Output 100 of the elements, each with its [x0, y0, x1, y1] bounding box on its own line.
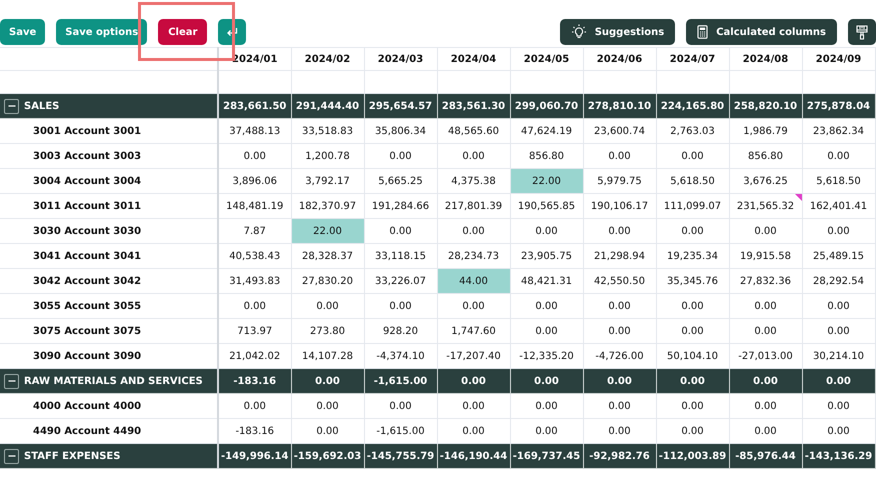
value-cell[interactable]: 0.00	[291, 394, 364, 418]
value-cell[interactable]: 0.00	[729, 318, 802, 344]
value-cell[interactable]: 0.00	[729, 218, 802, 244]
value-cell[interactable]: 7.87	[218, 218, 291, 244]
value-cell[interactable]: 111,099.07	[656, 194, 729, 218]
collapse-toggle[interactable]	[4, 374, 19, 388]
column-header[interactable]: 2024/02	[291, 48, 364, 70]
value-cell[interactable]: 35,806.34	[364, 118, 437, 144]
value-cell[interactable]: 0.00	[583, 144, 656, 168]
value-cell[interactable]: 5,665.25	[364, 168, 437, 194]
value-cell[interactable]: 273.80	[291, 318, 364, 344]
value-cell[interactable]: 191,284.66	[364, 194, 437, 218]
value-cell[interactable]: 1,200.78	[291, 144, 364, 168]
value-cell[interactable]: 22.00	[291, 218, 364, 244]
value-cell[interactable]: 0.00	[364, 294, 437, 318]
value-cell[interactable]: 27,832.36	[729, 268, 802, 294]
value-cell[interactable]: 856.80	[729, 144, 802, 168]
value-cell[interactable]: 0.00	[656, 318, 729, 344]
toolbar-button[interactable]: Save	[0, 19, 46, 45]
value-cell[interactable]: 3,896.06	[218, 168, 291, 194]
value-cell[interactable]: 0.00	[729, 394, 802, 418]
value-cell[interactable]: 0.00	[802, 294, 875, 318]
value-cell[interactable]: 0.00	[437, 294, 510, 318]
value-cell[interactable]: 0.00	[510, 218, 583, 244]
value-cell[interactable]: 42,550.50	[583, 268, 656, 294]
column-header[interactable]: 2024/09	[802, 48, 875, 70]
value-cell[interactable]: 0.00	[437, 144, 510, 168]
column-header[interactable]: 2024/04	[437, 48, 510, 70]
value-cell[interactable]: 0.00	[510, 294, 583, 318]
value-cell[interactable]: 23,905.75	[510, 244, 583, 268]
value-cell[interactable]: 0.00	[583, 294, 656, 318]
collapse-toggle[interactable]	[4, 98, 19, 114]
value-cell[interactable]: 3,792.17	[291, 168, 364, 194]
column-header[interactable]: 2024/07	[656, 48, 729, 70]
value-cell[interactable]: 231,565.32	[729, 194, 802, 218]
value-cell[interactable]: 0.00	[656, 394, 729, 418]
column-header[interactable]: 2024/03	[364, 48, 437, 70]
value-cell[interactable]: 0.00	[656, 144, 729, 168]
value-cell[interactable]: 0.00	[656, 294, 729, 318]
value-cell[interactable]: 47,624.19	[510, 118, 583, 144]
toolbar-button[interactable]: Calculated columns	[686, 19, 837, 45]
value-cell[interactable]: 0.00	[729, 294, 802, 318]
value-cell[interactable]: 23,862.34	[802, 118, 875, 144]
format-button[interactable]	[848, 19, 876, 45]
value-cell[interactable]: 19,915.58	[729, 244, 802, 268]
value-cell[interactable]: 190,565.85	[510, 194, 583, 218]
toolbar-button[interactable]: Clear	[158, 19, 208, 45]
value-cell[interactable]: 217,801.39	[437, 194, 510, 218]
value-cell[interactable]: 28,328.37	[291, 244, 364, 268]
value-cell[interactable]: 21,298.94	[583, 244, 656, 268]
value-cell[interactable]: 48,565.60	[437, 118, 510, 144]
value-cell[interactable]: 148,481.19	[218, 194, 291, 218]
value-cell[interactable]: 5,979.75	[583, 168, 656, 194]
value-cell[interactable]: 928.20	[364, 318, 437, 344]
value-cell[interactable]: 0.00	[218, 144, 291, 168]
value-cell[interactable]: 35,345.76	[656, 268, 729, 294]
value-cell[interactable]: 1,747.60	[437, 318, 510, 344]
value-cell[interactable]: 0.00	[802, 144, 875, 168]
value-cell[interactable]: 713.97	[218, 318, 291, 344]
value-cell[interactable]: 4,375.38	[437, 168, 510, 194]
value-cell[interactable]: 0.00	[583, 394, 656, 418]
value-cell[interactable]: 0.00	[802, 394, 875, 418]
value-cell[interactable]: 5,618.50	[802, 168, 875, 194]
value-cell[interactable]: 40,538.43	[218, 244, 291, 268]
column-header[interactable]: 2024/01	[218, 48, 291, 70]
value-cell[interactable]: 33,118.15	[364, 244, 437, 268]
column-header[interactable]: 2024/05	[510, 48, 583, 70]
toolbar-button[interactable]: Save options	[56, 19, 148, 45]
value-cell[interactable]: 22.00	[510, 168, 583, 194]
value-cell[interactable]: 0.00	[583, 318, 656, 344]
value-cell[interactable]: 5,618.50	[656, 168, 729, 194]
column-header[interactable]: 2024/08	[729, 48, 802, 70]
value-cell[interactable]: 37,488.13	[218, 118, 291, 144]
value-cell[interactable]: 28,292.54	[802, 268, 875, 294]
value-cell[interactable]: 3,676.25	[729, 168, 802, 194]
value-cell[interactable]: 0.00	[364, 218, 437, 244]
value-cell[interactable]: 0.00	[656, 218, 729, 244]
value-cell[interactable]: 0.00	[583, 218, 656, 244]
value-cell[interactable]: 2,763.03	[656, 118, 729, 144]
value-cell[interactable]: 0.00	[510, 318, 583, 344]
column-header[interactable]: 2024/06	[583, 48, 656, 70]
value-cell[interactable]: 25,489.15	[802, 244, 875, 268]
collapse-toggle[interactable]	[4, 448, 19, 464]
value-cell[interactable]: 0.00	[364, 394, 437, 418]
value-cell[interactable]: 0.00	[291, 294, 364, 318]
value-cell[interactable]: 31,493.83	[218, 268, 291, 294]
value-cell[interactable]: 190,106.17	[583, 194, 656, 218]
value-cell[interactable]: 0.00	[802, 218, 875, 244]
value-cell[interactable]: 1,986.79	[729, 118, 802, 144]
value-cell[interactable]: 0.00	[802, 318, 875, 344]
value-cell[interactable]: 0.00	[437, 218, 510, 244]
toolbar-button[interactable]: Suggestions	[560, 19, 676, 45]
value-cell[interactable]: 162,401.41	[802, 194, 875, 218]
value-cell[interactable]: 19,235.34	[656, 244, 729, 268]
value-cell[interactable]: 44.00	[437, 268, 510, 294]
value-cell[interactable]: 0.00	[364, 144, 437, 168]
value-cell[interactable]: 33,226.07	[364, 268, 437, 294]
value-cell[interactable]: 0.00	[510, 394, 583, 418]
value-cell[interactable]: 33,518.83	[291, 118, 364, 144]
value-cell[interactable]: 23,600.74	[583, 118, 656, 144]
